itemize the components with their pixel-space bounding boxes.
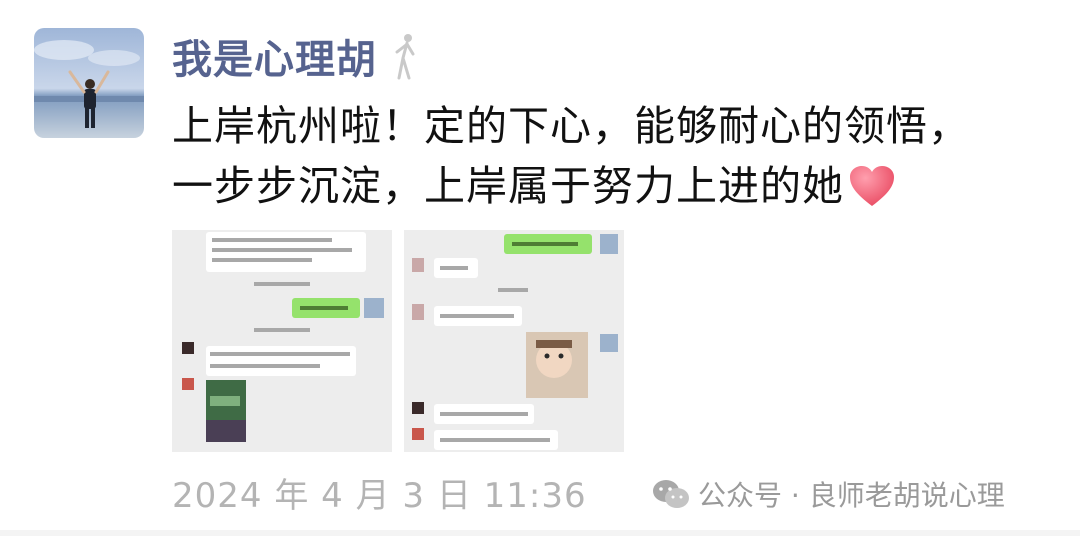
author-name[interactable]: 我是心理胡: [172, 27, 377, 85]
heart-emoji-icon: [850, 166, 894, 206]
avatar[interactable]: [34, 28, 144, 138]
post-text: 上岸杭州啦！定的下心，能够耐心的领悟， 一步步沉淀，上岸属于努力上进的她: [172, 96, 1052, 216]
watermark-text: 公众号 · 良师老胡说心理: [698, 479, 1005, 512]
image-thumbnail-1[interactable]: [172, 230, 392, 452]
avatar-photo: [34, 28, 144, 138]
image-thumbnail-2[interactable]: [404, 230, 624, 452]
chat-screenshot-2: [404, 230, 624, 452]
post-text-line-2: 一步步沉淀，上岸属于努力上进的她: [172, 156, 1052, 216]
author-header: 我是心理胡: [172, 28, 417, 84]
post-text-line: 上岸杭州啦！定的下心，能够耐心的领悟，: [172, 102, 970, 150]
wechat-icon: [653, 480, 689, 508]
post-timestamp: 2024 年 4 月 3 日 11:36: [172, 476, 587, 516]
watermark: 公众号 · 良师老胡说心理: [652, 474, 1005, 514]
chat-screenshot-1: [172, 230, 392, 452]
post-text-line: 一步步沉淀，上岸属于努力上进的她: [172, 162, 844, 210]
person-figure-icon: [395, 34, 415, 80]
divider: [0, 530, 1080, 536]
